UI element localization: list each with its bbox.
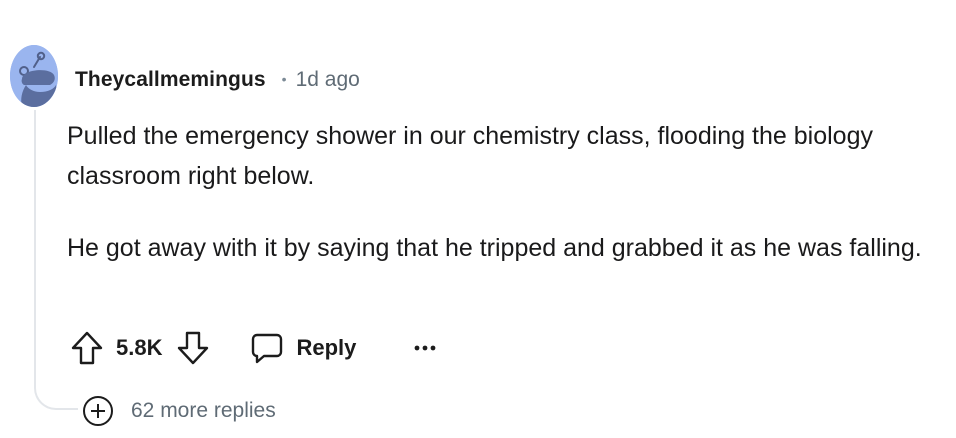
- vote-score: 5.8K: [116, 335, 163, 360]
- more-options-button[interactable]: [414, 343, 436, 353]
- more-replies-label: 62 more replies: [131, 399, 276, 422]
- comment-paragraph-1: Pulled the emergency shower in our chemi…: [67, 122, 873, 190]
- ellipsis-icon: [415, 345, 436, 351]
- avatar[interactable]: [10, 45, 58, 107]
- downvote-button[interactable]: [176, 330, 210, 366]
- plus-circle-icon: [83, 396, 113, 426]
- reddit-snoo-avatar-icon: [10, 45, 58, 107]
- timestamp[interactable]: 1d ago: [296, 68, 360, 92]
- comment-body: Pulled the emergency shower in our chemi…: [67, 116, 927, 300]
- comment-actions: 5.8K Reply: [70, 326, 436, 370]
- speech-bubble-icon: [252, 333, 283, 364]
- comment-header: Theycallmemingus • 1d ago: [75, 64, 360, 96]
- upvote-button[interactable]: [70, 330, 104, 366]
- comment: Theycallmemingus • 1d ago Pulled the eme…: [0, 0, 956, 438]
- comment-paragraph-2: He got away with it by saying that he tr…: [67, 234, 922, 262]
- arrow-down-icon: [178, 331, 209, 365]
- author-username[interactable]: Theycallmemingus: [75, 68, 266, 92]
- arrow-up-icon: [71, 331, 103, 365]
- more-replies-link[interactable]: 62 more replies: [82, 394, 276, 428]
- meta-separator: •: [281, 71, 287, 87]
- reply-button[interactable]: Reply: [250, 331, 356, 365]
- reply-label: Reply: [296, 335, 357, 360]
